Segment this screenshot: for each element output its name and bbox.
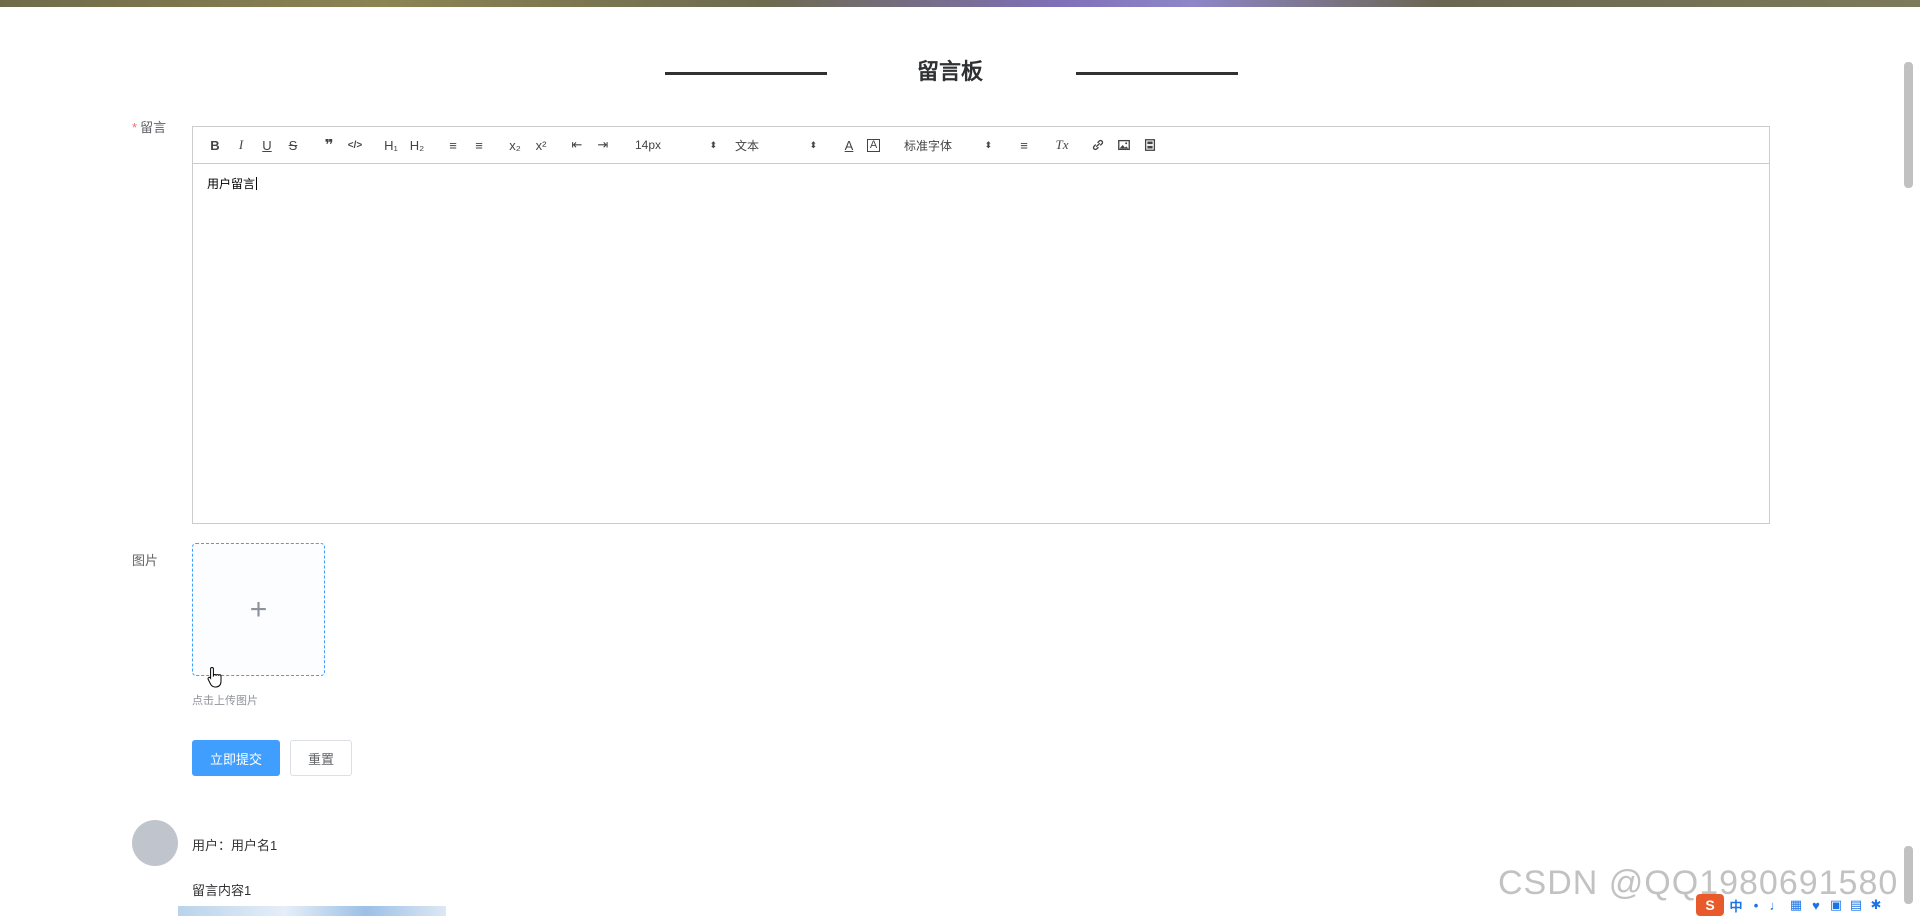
strikethrough-button[interactable]: S [281, 133, 305, 157]
font-color-button[interactable]: A [837, 133, 861, 157]
ime-toolbar: S 中 • ♩ ▦ ♥ ▣ ▤ ✱ [1696, 894, 1884, 916]
required-mark: * [132, 120, 138, 135]
ime-logo-icon[interactable]: S [1696, 894, 1724, 916]
scrollbar-thumb[interactable] [1904, 62, 1913, 188]
upload-tip: 点击上传图片 [192, 695, 258, 707]
link-icon[interactable] [1086, 133, 1110, 157]
page-title: 留言板 [916, 59, 983, 84]
outdent-button[interactable]: ⇤ [565, 133, 589, 157]
video-icon[interactable] [1138, 133, 1162, 157]
hand-cursor-icon [207, 666, 222, 688]
message-label-text: 留言 [140, 120, 167, 135]
blockquote-button[interactable]: ❞ [317, 133, 341, 157]
editor-text: 用户留言 [207, 177, 256, 191]
scrollbar-thumb-secondary[interactable] [1904, 846, 1913, 904]
skin-icon[interactable]: ♥ [1808, 897, 1824, 913]
image-upload-box[interactable]: + [192, 543, 325, 676]
ime-language-icon[interactable]: 中 [1728, 897, 1744, 914]
image-label: 图片 [132, 553, 159, 568]
ime-punctuation-icon[interactable]: • [1748, 897, 1764, 913]
bullet-list-button[interactable]: ≡ [467, 133, 491, 157]
bold-button[interactable]: B [203, 133, 227, 157]
avatar [132, 820, 178, 866]
message-image [178, 906, 446, 916]
header-picker[interactable]: 文本 ⬍ [733, 133, 819, 157]
subscript-button[interactable]: x₂ [503, 133, 527, 157]
italic-button[interactable]: I [229, 133, 253, 157]
ordered-list-button[interactable]: ≡ [441, 133, 465, 157]
plus-icon: + [249, 592, 268, 626]
message-label: * 留言 [132, 118, 166, 138]
background-color-button[interactable]: A [867, 138, 880, 152]
font-size-picker[interactable]: 14px ⬍ [633, 133, 719, 157]
message-content: 留言内容1 [192, 883, 252, 898]
page-title-row: 留言板 [0, 55, 1920, 89]
microphone-icon[interactable]: ♩ [1768, 897, 1784, 913]
keyboard-icon[interactable]: ▦ [1788, 897, 1804, 913]
picker-arrow-icon: ⬍ [984, 139, 992, 150]
rich-text-editor[interactable]: B I U S ❞ </> H₁ H₂ ≡ ≡ x₂ x² ⇤ ⇥ 14px ⬍ … [192, 126, 1770, 524]
align-button[interactable]: ≡ [1012, 133, 1036, 157]
code-block-button[interactable]: </> [343, 133, 367, 157]
indent-button[interactable]: ⇥ [591, 133, 615, 157]
picker-arrow-icon: ⬍ [709, 139, 717, 150]
editor-content[interactable]: 用户留言 [207, 175, 258, 192]
header-1-button[interactable]: H₁ [379, 133, 403, 157]
editor-toolbar: B I U S ❞ </> H₁ H₂ ≡ ≡ x₂ x² ⇤ ⇥ 14px ⬍ … [193, 127, 1769, 164]
image-icon[interactable] [1112, 133, 1136, 157]
toolbox-icon[interactable]: ▣ [1828, 897, 1844, 913]
font-size-value: 14px [635, 138, 662, 152]
clean-format-button[interactable]: Tx [1050, 133, 1074, 157]
header-value: 文本 [735, 138, 760, 153]
grid-icon[interactable]: ▤ [1848, 897, 1864, 913]
message-user: 用户：用户名1 [192, 838, 278, 853]
settings-icon[interactable]: ✱ [1868, 897, 1884, 913]
font-family-value: 标准字体 [904, 138, 953, 153]
superscript-button[interactable]: x² [529, 133, 553, 157]
title-left-line [665, 72, 827, 75]
text-caret [256, 177, 258, 190]
title-right-line [1076, 72, 1238, 75]
submit-button[interactable]: 立即提交 [192, 740, 280, 776]
header-2-button[interactable]: H₂ [405, 133, 429, 157]
header-banner-image [0, 0, 1920, 7]
picker-arrow-icon: ⬍ [809, 139, 817, 150]
font-family-picker[interactable]: 标准字体 ⬍ [902, 133, 994, 157]
underline-button[interactable]: U [255, 133, 279, 157]
reset-button[interactable]: 重置 [290, 740, 352, 776]
